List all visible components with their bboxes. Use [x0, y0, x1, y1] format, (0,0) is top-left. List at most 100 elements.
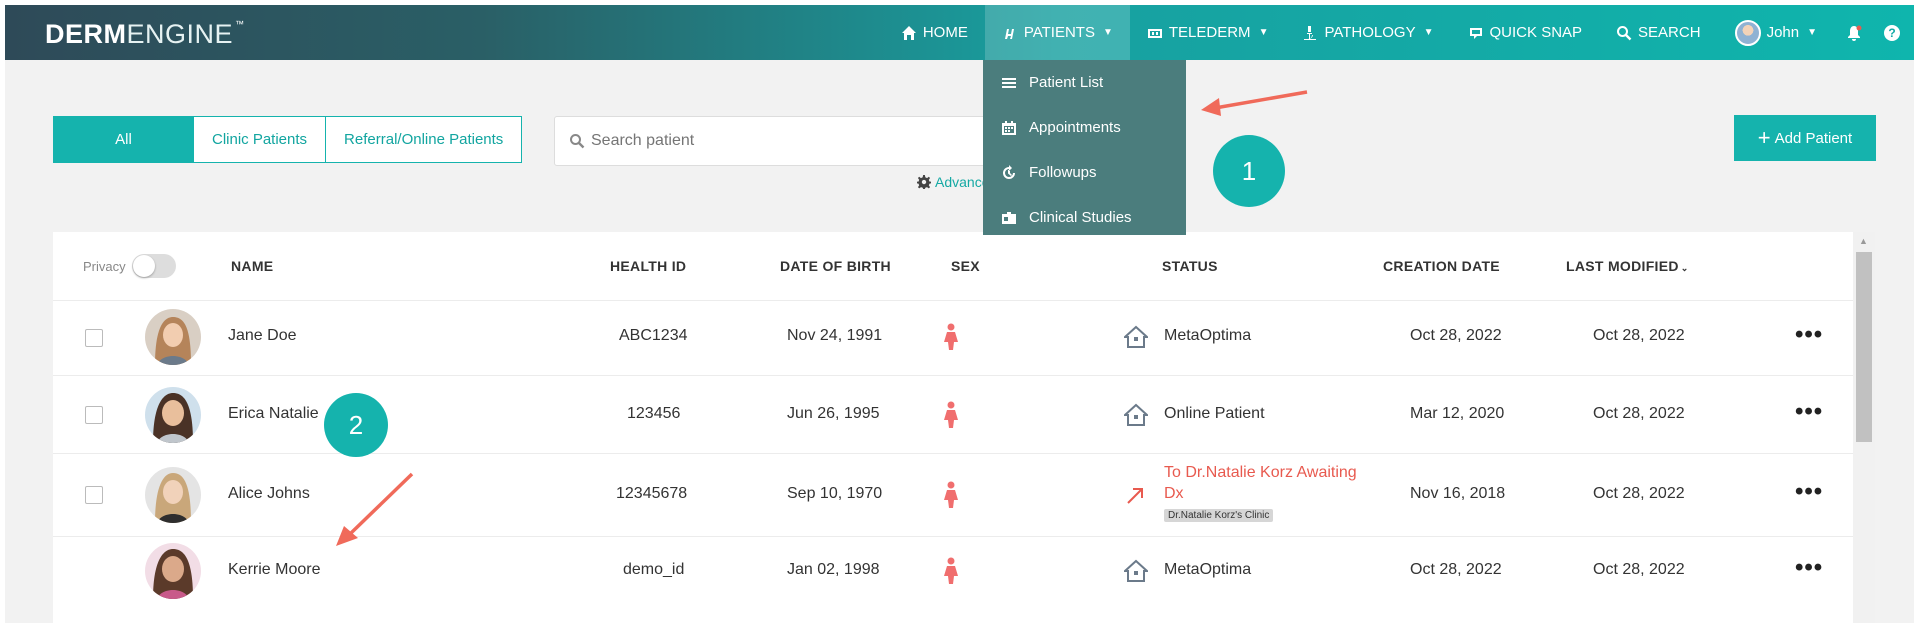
- female-icon: [944, 557, 958, 584]
- row-checkbox[interactable]: [85, 406, 103, 424]
- menu-item-appointments[interactable]: Appointments: [983, 105, 1186, 150]
- privacy-toggle[interactable]: [131, 254, 176, 278]
- patient-filter-group: All Clinic Patients Referral/Online Pati…: [53, 116, 523, 163]
- telederm-icon: [1147, 28, 1162, 38]
- annotation-step-2: 2: [324, 393, 388, 457]
- column-header-creation-date[interactable]: CREATION DATE: [1383, 258, 1500, 274]
- patient-last-modified: Oct 28, 2022: [1593, 327, 1685, 344]
- user-avatar: [1734, 19, 1761, 46]
- patient-name[interactable]: Alice Johns: [228, 485, 310, 503]
- patient-search-box: [554, 116, 994, 166]
- patient-avatar[interactable]: [145, 309, 201, 365]
- patient-creation-date: Oct 28, 2022: [1410, 561, 1502, 578]
- home-icon: [901, 25, 916, 40]
- clinic-building-icon: [1124, 403, 1148, 426]
- search-icon: [1617, 25, 1632, 40]
- main-nav: HOME PATIENTS ▼ TELEDERM ▼ PATHOLOGY ▼ QUIC…: [884, 5, 1914, 60]
- filter-clinic-patients[interactable]: Clinic Patients: [194, 117, 327, 162]
- menu-item-clinical-studies[interactable]: Clinical Studies: [983, 195, 1186, 235]
- menu-item-patient-list[interactable]: Patient List: [983, 60, 1186, 105]
- chevron-down-icon: ▼: [1807, 27, 1817, 38]
- add-patient-button[interactable]: + Add Patient: [1734, 115, 1876, 161]
- plus-icon: +: [1757, 125, 1771, 150]
- patient-health-id: 123456: [627, 405, 681, 422]
- help-icon: ?: [1884, 24, 1900, 41]
- more-options-icon[interactable]: •••: [1795, 321, 1823, 349]
- scroll-thumb[interactable]: [1856, 252, 1872, 442]
- patient-health-id: demo_id: [623, 561, 685, 578]
- referral-status-line2[interactable]: Dx: [1164, 485, 1184, 503]
- row-checkbox[interactable]: [85, 486, 103, 504]
- patient-status: Online Patient: [1164, 405, 1265, 422]
- patient-avatar[interactable]: [145, 543, 201, 599]
- patient-photo: [145, 309, 201, 365]
- patient-avatar[interactable]: [145, 467, 201, 523]
- patient-status: MetaOptima: [1164, 327, 1252, 344]
- menu-item-followups[interactable]: Followups: [983, 150, 1186, 195]
- table-row[interactable]: Erica Natalie 123456 Jun 26, 1995 Online…: [53, 375, 1853, 453]
- patient-creation-date: Oct 28, 2022: [1410, 327, 1502, 344]
- table-scrollbar[interactable]: ▲: [1853, 232, 1875, 623]
- bell-icon: [1848, 25, 1862, 41]
- more-options-icon[interactable]: •••: [1795, 478, 1823, 506]
- table-row[interactable]: Kerrie Moore demo_id Jan 02, 1998 MetaOp…: [53, 536, 1853, 623]
- annotation-arrow-2: [336, 472, 414, 546]
- patients-icon: [1004, 28, 1014, 39]
- list-icon: [1002, 77, 1016, 88]
- patient-name[interactable]: Jane Doe: [228, 327, 297, 345]
- privacy-toggle-group: Privacy: [83, 254, 176, 278]
- microscope-icon: [1304, 25, 1317, 40]
- nav-search[interactable]: SEARCH: [1599, 5, 1718, 60]
- patient-dob: Jun 26, 1995: [787, 405, 880, 422]
- clinic-building-icon: [1124, 559, 1148, 582]
- patients-panel: All Clinic Patients Referral/Online Pati…: [5, 60, 1914, 623]
- patient-last-modified: Oct 28, 2022: [1593, 485, 1685, 502]
- patient-creation-date: Mar 12, 2020: [1410, 405, 1505, 422]
- patient-photo: [145, 543, 201, 599]
- top-nav-bar: DERMENGINE ™ HOME PATIENTS ▼ TELEDERM ▼ PAT…: [5, 5, 1914, 60]
- filter-referral-online[interactable]: Referral/Online Patients: [326, 117, 521, 162]
- derm-engine-logo[interactable]: DERMENGINE ™: [45, 19, 245, 50]
- calendar-icon: [1002, 120, 1016, 135]
- search-input[interactable]: [591, 132, 971, 150]
- nav-home[interactable]: HOME: [884, 5, 985, 60]
- patient-name[interactable]: Kerrie Moore: [228, 561, 320, 579]
- followup-icon: [1003, 164, 1015, 179]
- row-checkbox[interactable]: [85, 329, 103, 347]
- female-icon: [944, 323, 958, 350]
- quick-snap-icon: [1469, 27, 1482, 39]
- nav-patients[interactable]: PATIENTS ▼: [984, 5, 1130, 60]
- patient-avatar[interactable]: [145, 387, 201, 443]
- patient-dob: Sep 10, 1970: [787, 485, 883, 502]
- toggle-knob: [132, 255, 155, 277]
- column-header-health-id[interactable]: HEALTH ID: [610, 258, 686, 274]
- patient-last-modified: Oct 28, 2022: [1593, 405, 1685, 422]
- nav-help[interactable]: ?: [1874, 5, 1914, 60]
- patient-name[interactable]: Erica Natalie: [228, 405, 319, 423]
- clinic-badge: Dr.Natalie Korz's Clinic: [1164, 509, 1274, 522]
- nav-notifications[interactable]: [1834, 5, 1874, 60]
- patient-table: Privacy NAME HEALTH ID DATE OF BIRTH SEX…: [53, 232, 1853, 623]
- column-header-name[interactable]: NAME: [231, 258, 273, 274]
- annotation-step-1: 1: [1213, 135, 1285, 207]
- column-header-status[interactable]: STATUS: [1162, 258, 1218, 274]
- referral-status-line1[interactable]: To Dr.Natalie Korz Awaiting: [1164, 464, 1357, 482]
- female-icon: [944, 401, 958, 428]
- more-options-icon[interactable]: •••: [1795, 554, 1823, 582]
- gear-icon: [917, 175, 931, 189]
- nav-pathology[interactable]: PATHOLOGY ▼: [1285, 5, 1450, 60]
- more-options-icon[interactable]: •••: [1795, 398, 1823, 426]
- nav-user-menu[interactable]: John ▼: [1718, 5, 1834, 60]
- scroll-up-icon[interactable]: ▲: [1859, 236, 1868, 246]
- nav-quick-snap[interactable]: QUICK SNAP: [1451, 5, 1600, 60]
- patient-photo: [145, 467, 201, 523]
- column-header-dob[interactable]: DATE OF BIRTH: [780, 258, 891, 274]
- column-header-sex[interactable]: SEX: [951, 258, 980, 274]
- table-row[interactable]: Jane Doe ABC1234 Nov 24, 1991 MetaOptima…: [53, 300, 1853, 375]
- filter-all[interactable]: All: [54, 117, 194, 162]
- nav-telederm[interactable]: TELEDERM ▼: [1130, 5, 1286, 60]
- sort-chevron-icon: ⌄: [1680, 263, 1689, 273]
- annotation-arrow-1: [1201, 90, 1308, 116]
- table-row[interactable]: Alice Johns 12345678 Sep 10, 1970 To Dr.…: [53, 453, 1853, 536]
- column-header-last-modified[interactable]: LAST MODIFIED ⌄: [1566, 258, 1689, 274]
